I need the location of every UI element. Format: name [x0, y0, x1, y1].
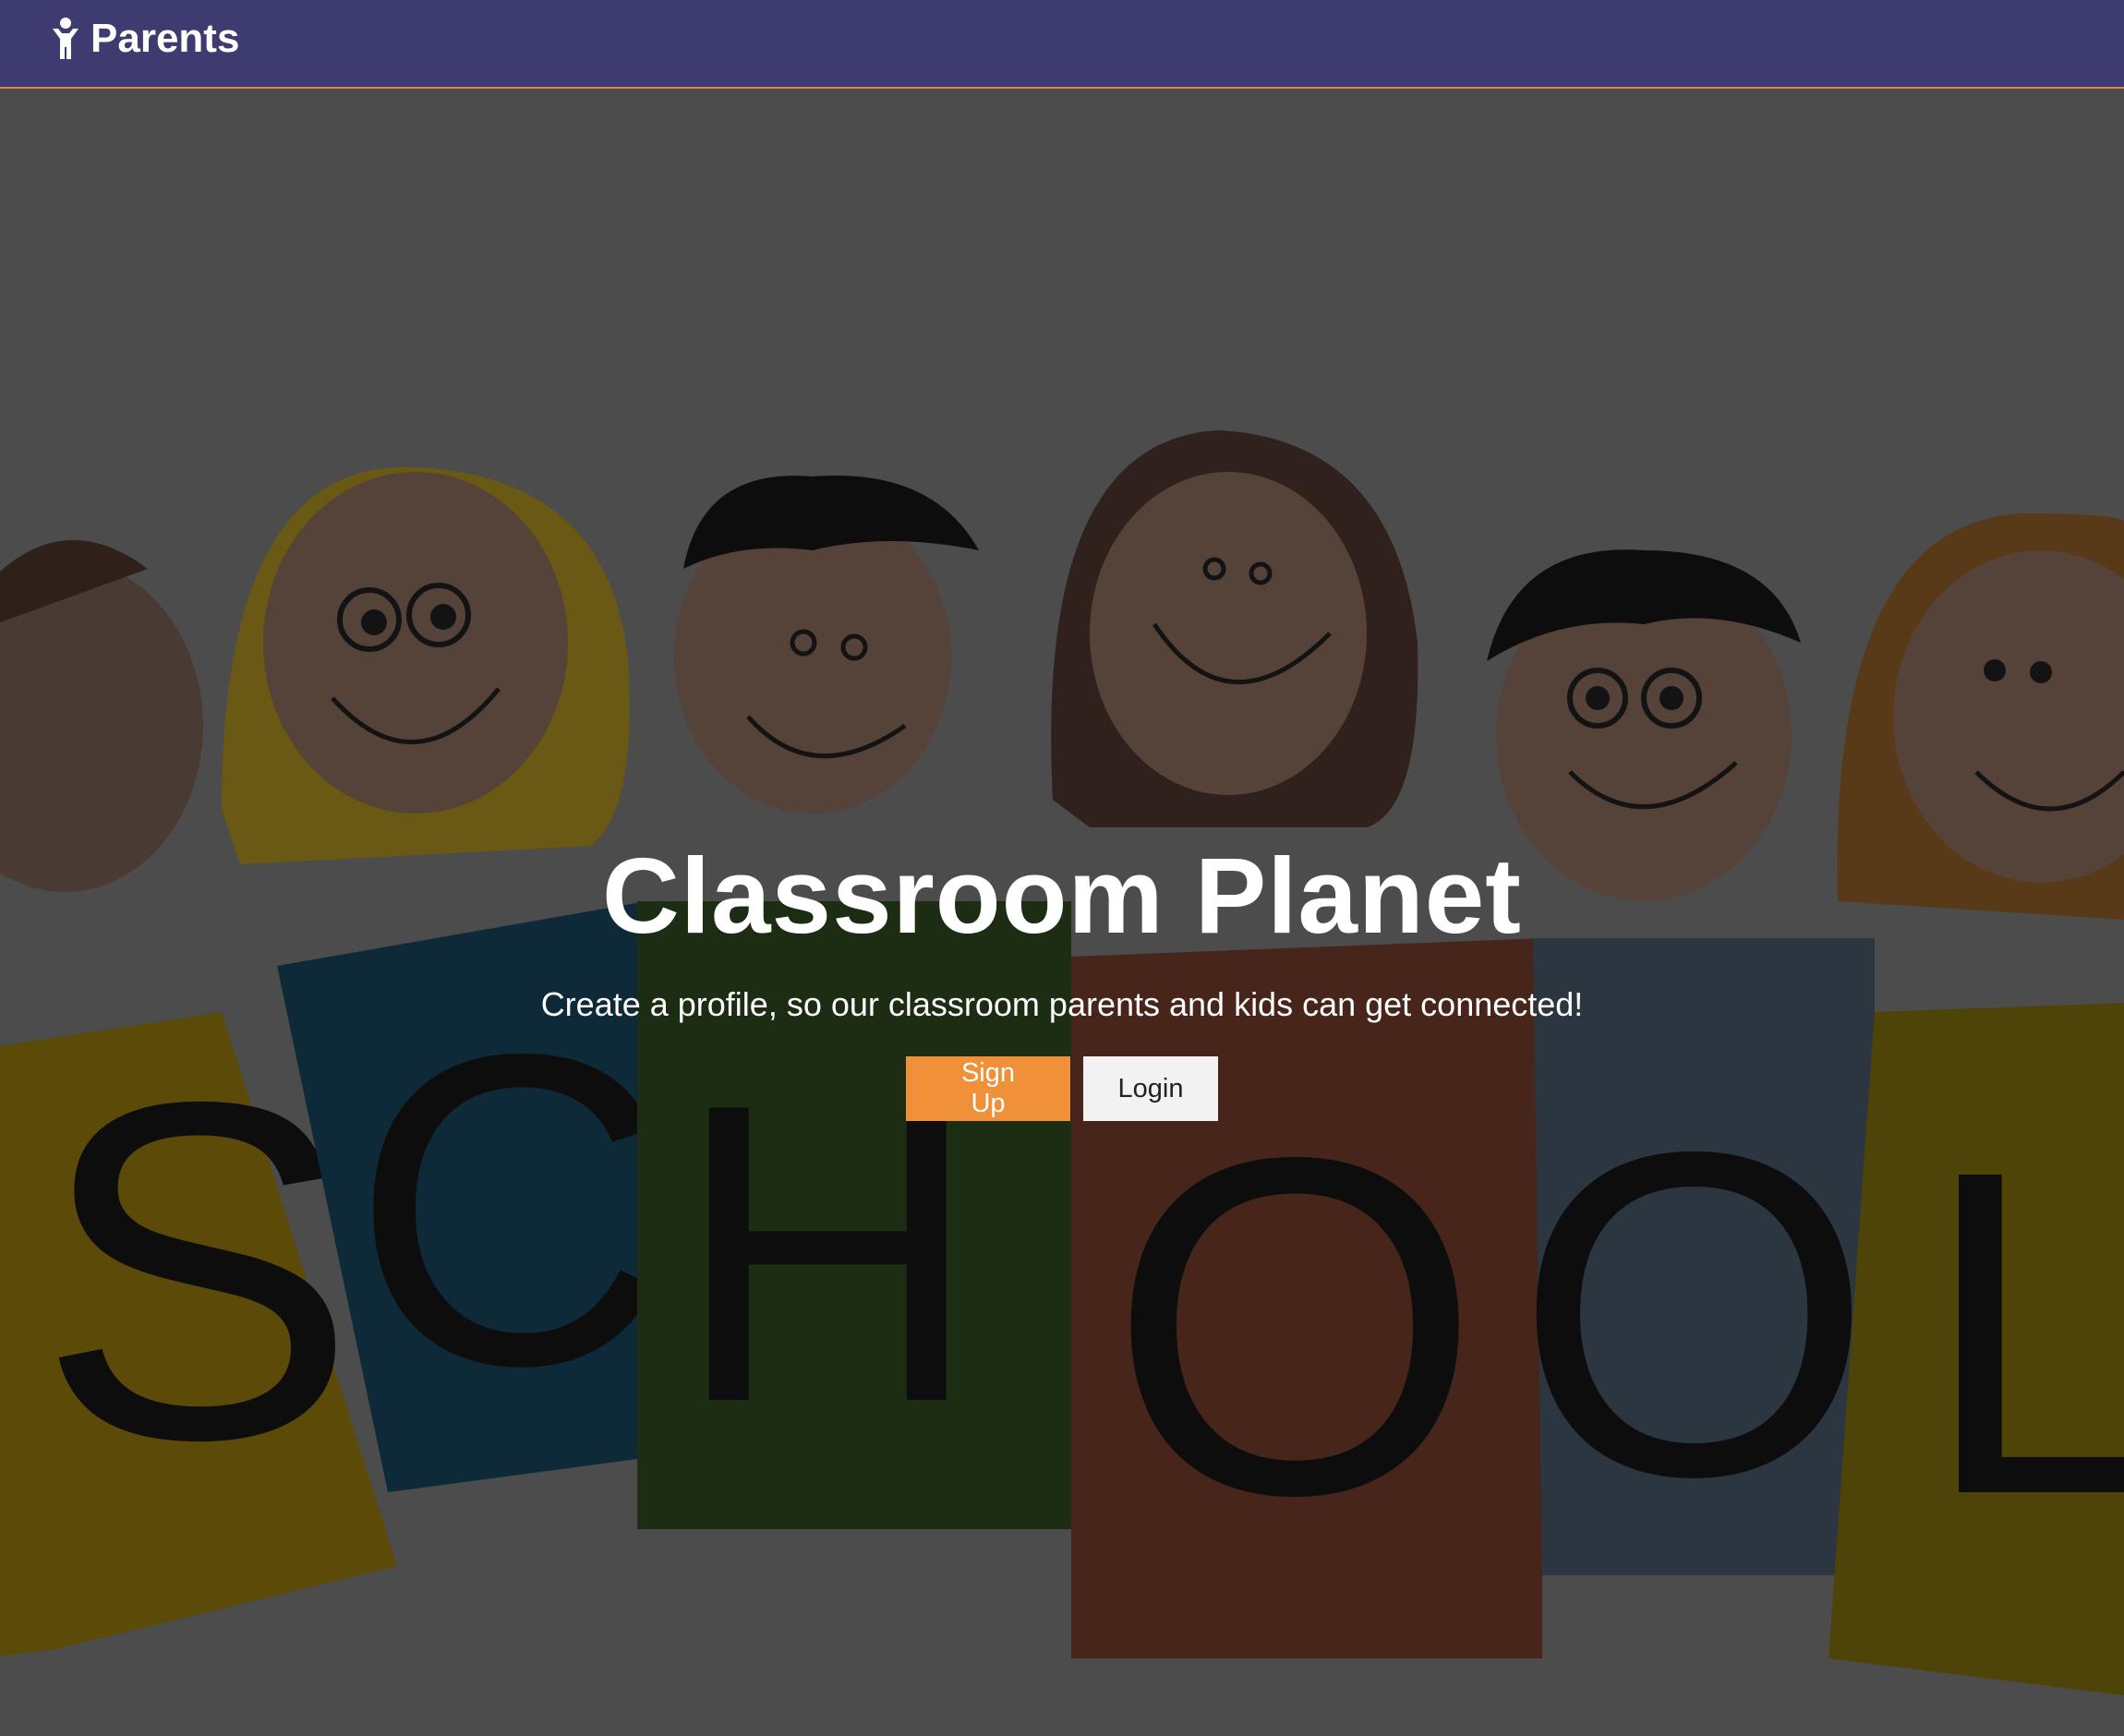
- hero-content: Classroom Planet Create a profile, so ou…: [0, 833, 2124, 1121]
- sign-up-button[interactable]: Sign Up: [906, 1056, 1070, 1121]
- hero-section: S C H O O L Classroom Planet Create a pr…: [0, 89, 2124, 1736]
- child-icon: [53, 18, 78, 59]
- brand-link[interactable]: Parents: [50, 13, 239, 65]
- hero-actions: Sign Up Login: [0, 1056, 2124, 1121]
- login-button[interactable]: Login: [1083, 1056, 1218, 1121]
- brand-label: Parents: [91, 16, 240, 61]
- hero-subtitle: Create a profile, so our classroom paren…: [540, 985, 1584, 1023]
- hero-title: Classroom Planet: [602, 836, 1522, 956]
- top-navbar: Parents: [0, 0, 2124, 89]
